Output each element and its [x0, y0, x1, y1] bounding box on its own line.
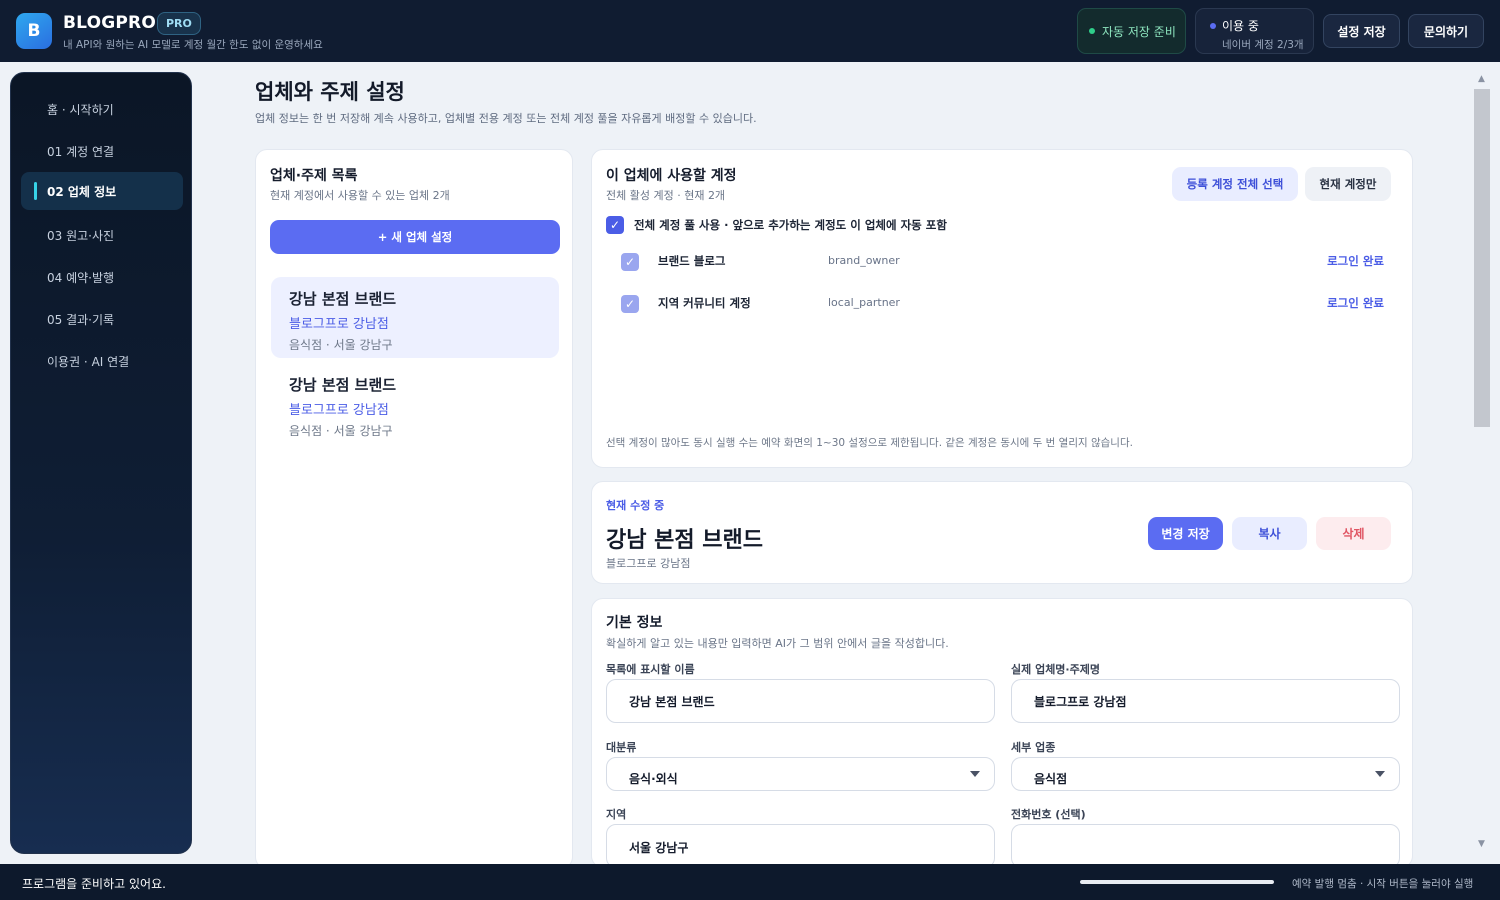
basic-info-subtitle: 확실하게 알고 있는 내용만 입력하면 AI가 그 범위 안에서 글을 작성합니…: [606, 637, 949, 650]
basic-info-title: 기본 정보: [606, 615, 663, 631]
sidebar-item-accounts[interactable]: 01 계정 연결: [21, 132, 183, 170]
accounts-title: 이 업체에 사용할 계정: [606, 168, 737, 184]
status-bar: 프로그램을 준비하고 있어요. 예약 발행 멈춤 · 시작 버튼을 눌러야 실행: [0, 864, 1500, 900]
account-checkbox[interactable]: ✓: [621, 253, 639, 271]
save-settings-button[interactable]: 설정 저장: [1323, 14, 1400, 48]
account-status: 로그인 완료: [1327, 296, 1384, 310]
delete-button[interactable]: 삭제: [1316, 517, 1391, 550]
sidebar: 홈 · 시작하기 01 계정 연결 02 업체 정보 03 원고·사진 04 예…: [10, 72, 192, 854]
top-bar: B BLOGPRO PRO 내 API와 원하는 AI 모델로 계정 월간 한도…: [0, 0, 1500, 62]
subcategory-label: 세부 업종: [1011, 741, 1056, 754]
editing-business-name: 강남 본점 브랜드: [606, 528, 763, 553]
phone-label: 전화번호 (선택): [1011, 808, 1086, 821]
schedule-hint: 예약 발행 멈춤 · 시작 버튼을 눌러야 실행: [1292, 878, 1474, 890]
display-name-label: 목록에 표시할 이름: [606, 663, 695, 676]
editing-card: 현재 수정 중 강남 본점 브랜드 블로그프로 강남점 변경 저장 복사 삭제: [591, 481, 1413, 584]
accounts-note: 선택 계정이 많아도 동시 실행 수는 예약 화면의 1~30 설정으로 제한됩…: [606, 437, 1133, 449]
plan-badge: PRO: [157, 12, 201, 35]
account-name: 브랜드 블로그: [658, 254, 726, 268]
save-changes-button[interactable]: 변경 저장: [1148, 517, 1223, 550]
phone-input[interactable]: [1011, 824, 1400, 868]
category-value: 음식·외식: [629, 772, 678, 786]
region-label: 지역: [606, 808, 627, 821]
business-name: 강남 본점 브랜드: [289, 376, 397, 394]
usage-title: 이용 중: [1222, 19, 1259, 33]
sidebar-item-business[interactable]: 02 업체 정보: [21, 172, 183, 210]
business-list-item[interactable]: 강남 본점 브랜드 블로그프로 강남점 음식점 · 서울 강남구: [271, 277, 559, 358]
status-dot-icon: [1089, 28, 1095, 34]
select-all-accounts-button[interactable]: 등록 계정 전체 선택: [1172, 167, 1298, 201]
page-subtitle: 업체 정보는 한 번 저장해 계속 사용하고, 업체별 전용 계정 또는 전체 …: [255, 112, 757, 125]
usage-dot-icon: [1210, 22, 1216, 29]
sidebar-item-content[interactable]: 03 원고·사진: [21, 216, 183, 254]
business-list-card: 업체·주제 목록 현재 계정에서 사용할 수 있는 업체 2개 + 새 업체 설…: [255, 149, 573, 869]
app-tagline: 내 API와 원하는 AI 모델로 계정 월간 한도 없이 운영하세요: [63, 39, 323, 51]
business-real-name: 블로그프로 강남점: [289, 403, 389, 418]
new-business-button[interactable]: + 새 업체 설정: [270, 220, 560, 254]
editing-tag: 현재 수정 중: [606, 499, 665, 512]
display-name-input[interactable]: 강남 본점 브랜드: [606, 679, 995, 723]
account-pool-label: 전체 계정 풀 사용 · 앞으로 추가하는 계정도 이 업체에 자동 포함: [634, 218, 947, 232]
autosave-label: 자동 저장 준비: [1102, 24, 1176, 39]
business-name: 강남 본점 브랜드: [289, 290, 397, 308]
chevron-down-icon: [1375, 771, 1385, 777]
business-list-title: 업체·주제 목록: [270, 168, 358, 184]
autosave-status: 자동 저장 준비: [1077, 8, 1186, 54]
progress-bar: [1080, 880, 1274, 884]
account-id: brand_owner: [828, 254, 900, 267]
subcategory-value: 음식점: [1034, 772, 1068, 786]
account-name: 지역 커뮤니티 계정: [658, 296, 751, 310]
business-meta: 음식점 · 서울 강남구: [289, 338, 393, 352]
account-id: local_partner: [828, 296, 900, 309]
app-logo-icon: B: [16, 13, 52, 49]
account-status: 로그인 완료: [1327, 254, 1384, 268]
real-name-input[interactable]: 블로그프로 강남점: [1011, 679, 1400, 723]
contact-button[interactable]: 문의하기: [1408, 14, 1484, 48]
business-list-subtitle: 현재 계정에서 사용할 수 있는 업체 2개: [270, 189, 450, 202]
category-select[interactable]: 음식·외식: [606, 757, 995, 791]
usage-detail: 네이버 계정 2/3개: [1222, 39, 1304, 51]
scroll-thumb[interactable]: [1474, 89, 1490, 427]
scroll-down-icon[interactable]: ▼: [1478, 839, 1485, 849]
copy-button[interactable]: 복사: [1232, 517, 1307, 550]
page-title: 업체와 주제 설정: [255, 80, 405, 104]
sidebar-item-license[interactable]: 이용권 · AI 연결: [21, 342, 183, 380]
business-meta: 음식점 · 서울 강남구: [289, 424, 393, 438]
sidebar-item-home[interactable]: 홈 · 시작하기: [21, 90, 183, 128]
subcategory-select[interactable]: 음식점: [1011, 757, 1400, 791]
main-scrollbar[interactable]: ▲ ▼: [1474, 72, 1490, 854]
accounts-card: 이 업체에 사용할 계정 전체 활성 계정 · 현재 2개 등록 계정 전체 선…: [591, 149, 1413, 468]
category-label: 대분류: [606, 741, 637, 754]
usage-status: 이용 중 네이버 계정 2/3개: [1195, 8, 1314, 54]
app-title: BLOGPRO: [63, 13, 156, 33]
real-name-label: 실제 업체명·주제명: [1011, 663, 1100, 676]
account-pool-checkbox[interactable]: ✓: [606, 216, 624, 234]
editing-real-name: 블로그프로 강남점: [606, 557, 691, 570]
sidebar-item-schedule[interactable]: 04 예약·발행: [21, 258, 183, 296]
chevron-down-icon: [970, 771, 980, 777]
progress-fill: [1080, 880, 1274, 884]
region-input[interactable]: 서울 강남구: [606, 824, 995, 868]
basic-info-card: 기본 정보 확실하게 알고 있는 내용만 입력하면 AI가 그 범위 안에서 글…: [591, 598, 1413, 868]
business-real-name: 블로그프로 강남점: [289, 317, 389, 332]
current-account-only-button[interactable]: 현재 계정만: [1305, 167, 1391, 201]
status-text: 프로그램을 준비하고 있어요.: [22, 877, 166, 891]
scroll-up-icon[interactable]: ▲: [1478, 74, 1485, 84]
sidebar-item-results[interactable]: 05 결과·기록: [21, 300, 183, 338]
account-checkbox[interactable]: ✓: [621, 295, 639, 313]
accounts-subtitle: 전체 활성 계정 · 현재 2개: [606, 189, 726, 202]
business-list-item[interactable]: 강남 본점 브랜드 블로그프로 강남점 음식점 · 서울 강남구: [271, 363, 559, 444]
